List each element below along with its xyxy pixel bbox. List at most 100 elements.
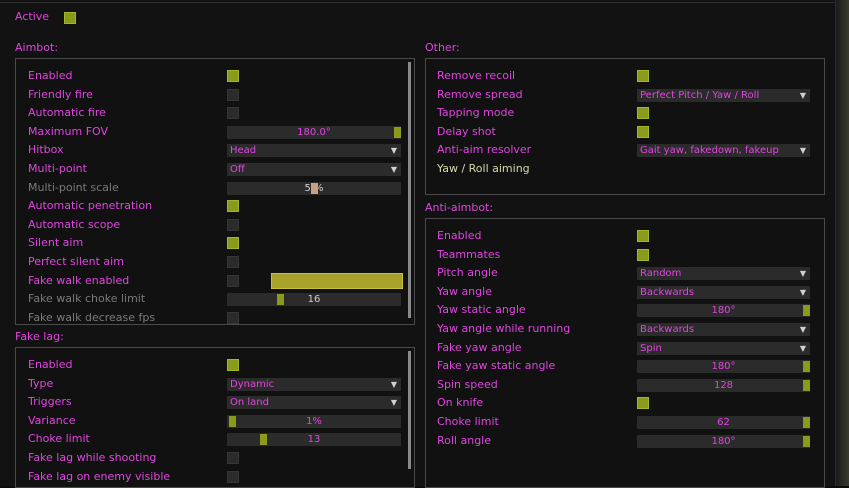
active-checkbox[interactable] xyxy=(64,12,76,24)
antiaim-roll-angle-slider[interactable]: 180° xyxy=(637,435,810,448)
antiaim-choke-limit-slider[interactable]: 62 xyxy=(637,416,810,429)
antiaim-on-knife-checkbox[interactable] xyxy=(637,397,649,409)
fakelag-choke-limit-slider-knob[interactable] xyxy=(260,434,267,445)
other-remove-recoil-checkbox[interactable] xyxy=(637,70,649,82)
fakelag-enabled-checkbox[interactable] xyxy=(227,359,239,371)
fakelag-choke-limit-value: 13 xyxy=(307,434,321,445)
antiaim-enabled-checkbox[interactable] xyxy=(637,230,649,242)
antiaim-yaw-angle-dropdown[interactable]: Backwards ▼ xyxy=(637,286,810,299)
chevron-down-icon: ▼ xyxy=(390,380,397,389)
aimbot-fake-walk-enabled-highlight-bar[interactable] xyxy=(271,273,403,289)
fakelag-variance-slider-knob[interactable] xyxy=(229,416,236,427)
antiaim-fake-yaw-static-angle-slider-knob[interactable] xyxy=(803,361,810,372)
antiaim-spin-speed-slider[interactable]: 128 xyxy=(637,379,810,392)
aimbot-hitbox-dropdown[interactable]: Head ▼ xyxy=(227,144,401,157)
fakelag-fake-lag-while-shooting-checkbox[interactable] xyxy=(227,452,239,464)
other-anti-aim-resolver-label: Anti-aim resolver xyxy=(437,143,532,156)
fakelag-fake-lag-on-enemy-visible-checkbox[interactable] xyxy=(227,471,239,483)
fakelag-scrollbar[interactable] xyxy=(408,351,411,469)
aimbot-scrollbar[interactable] xyxy=(408,62,411,318)
chevron-down-icon: ▼ xyxy=(799,344,806,353)
fakelag-enabled-label: Enabled xyxy=(28,358,73,371)
aimbot-silent-aim-label: Silent aim xyxy=(28,236,84,249)
antiaim-yaw-static-angle-value: 180° xyxy=(711,305,736,316)
antiaim-yaw-angle-label: Yaw angle xyxy=(437,285,492,298)
antiaim-enabled-label: Enabled xyxy=(437,229,482,242)
fakelag-choke-limit-label: Choke limit xyxy=(28,432,90,445)
aimbot-automatic-scope-label: Automatic scope xyxy=(28,218,121,231)
aimbot-fake-walk-choke-limit-slider[interactable]: 16 xyxy=(227,293,401,306)
fakelag-triggers-label: Triggers xyxy=(28,395,72,408)
antiaim-yaw-angle-value: Backwards xyxy=(640,287,695,298)
aimbot-automatic-fire-checkbox[interactable] xyxy=(227,107,239,119)
antiaim-yaw-static-angle-label: Yaw static angle xyxy=(437,303,526,316)
aimbot-fake-walk-choke-limit-value: 16 xyxy=(307,294,321,305)
other-delay-shot-label: Delay shot xyxy=(437,125,496,138)
aimbot-perfect-silent-aim-checkbox[interactable] xyxy=(227,256,239,268)
aimbot-maximum-fov-slider-knob[interactable] xyxy=(394,127,401,138)
chevron-down-icon: ▼ xyxy=(390,165,397,174)
aimbot-automatic-scope-checkbox[interactable] xyxy=(227,219,239,231)
fakelag-triggers-dropdown[interactable]: On land ▼ xyxy=(227,396,401,409)
aimbot-maximum-fov-value: 180.0° xyxy=(297,127,331,138)
aimbot-fake-walk-choke-limit-slider-knob[interactable] xyxy=(277,294,284,305)
antiaim-fake-yaw-static-angle-slider[interactable]: 180° xyxy=(637,360,810,373)
antiaim-spin-speed-label: Spin speed xyxy=(437,378,498,391)
fakelag-variance-slider[interactable]: 1% xyxy=(227,415,401,428)
aimbot-enabled-checkbox[interactable] xyxy=(227,70,239,82)
chevron-down-icon: ▼ xyxy=(799,146,806,155)
other-remove-spread-label: Remove spread xyxy=(437,88,523,101)
aimbot-friendly-fire-checkbox[interactable] xyxy=(227,89,239,101)
aimbot-automatic-penetration-checkbox[interactable] xyxy=(227,200,239,212)
aimbot-silent-aim-checkbox[interactable] xyxy=(227,237,239,249)
antiaim-fake-yaw-angle-dropdown[interactable]: Spin ▼ xyxy=(637,342,810,355)
antiaim-roll-angle-slider-knob[interactable] xyxy=(803,436,810,447)
other-tapping-mode-checkbox[interactable] xyxy=(637,107,649,119)
antiaim-yaw-angle-while-running-dropdown[interactable]: Backwards ▼ xyxy=(637,323,810,336)
other-tapping-mode-label: Tapping mode xyxy=(437,106,515,119)
aimbot-fake-walk-decrease-fps-label: Fake walk decrease fps xyxy=(28,311,156,324)
antiaim-title: Anti-aimbot: xyxy=(425,201,494,214)
antiaim-yaw-angle-while-running-label: Yaw angle while running xyxy=(437,322,571,335)
active-label: Active xyxy=(15,10,50,23)
antiaim-fake-yaw-static-angle-label: Fake yaw static angle xyxy=(437,359,556,372)
fakelag-type-dropdown[interactable]: Dynamic ▼ xyxy=(227,378,401,391)
antiaim-yaw-static-angle-slider[interactable]: 180° xyxy=(637,304,810,317)
other-anti-aim-resolver-value: Gait yaw, fakedown, fakeup xyxy=(640,145,779,156)
aimbot-multi-point-scale-label: Multi-point scale xyxy=(28,181,119,194)
aimbot-multi-point-scale-slider-knob[interactable] xyxy=(311,183,318,194)
fakelag-type-label: Type xyxy=(28,377,54,390)
antiaim-pitch-angle-label: Pitch angle xyxy=(437,266,498,279)
aimbot-multi-point-scale-slider[interactable]: 5 % xyxy=(227,182,401,195)
antiaim-pitch-angle-dropdown[interactable]: Random ▼ xyxy=(637,267,810,280)
antiaim-spin-speed-slider-knob[interactable] xyxy=(803,380,810,391)
other-remove-spread-value: Perfect Pitch / Yaw / Roll xyxy=(640,90,760,101)
chevron-down-icon: ▼ xyxy=(390,146,397,155)
antiaim-spin-speed-value: 128 xyxy=(713,380,734,391)
antiaim-roll-angle-label: Roll angle xyxy=(437,434,492,447)
antiaim-yaw-static-angle-slider-knob[interactable] xyxy=(803,305,810,316)
aimbot-title: Aimbot: xyxy=(15,41,59,54)
aimbot-maximum-fov-slider[interactable]: 180.0° xyxy=(227,126,401,139)
antiaim-choke-limit-slider-knob[interactable] xyxy=(803,417,810,428)
window-edge xyxy=(836,0,849,486)
other-delay-shot-checkbox[interactable] xyxy=(637,126,649,138)
fakelag-triggers-value: On land xyxy=(230,397,269,408)
fakelag-fake-lag-while-shooting-label: Fake lag while shooting xyxy=(28,451,157,464)
aimbot-multi-point-dropdown[interactable]: Off ▼ xyxy=(227,163,401,176)
aimbot-hitbox-value: Head xyxy=(230,145,257,156)
fakelag-title: Fake lag: xyxy=(15,330,64,343)
antiaim-teammates-checkbox[interactable] xyxy=(637,249,649,261)
fakelag-choke-limit-slider[interactable]: 13 xyxy=(227,433,401,446)
aimbot-multi-point-label: Multi-point xyxy=(28,162,87,175)
chevron-down-icon: ▼ xyxy=(799,288,806,297)
chevron-down-icon: ▼ xyxy=(390,398,397,407)
aimbot-fake-walk-enabled-checkbox[interactable] xyxy=(227,275,239,287)
antiaim-teammates-label: Teammates xyxy=(437,248,501,261)
antiaim-yaw-angle-while-running-value: Backwards xyxy=(640,324,695,335)
chevron-down-icon: ▼ xyxy=(799,91,806,100)
other-anti-aim-resolver-dropdown[interactable]: Gait yaw, fakedown, fakeup ▼ xyxy=(637,144,810,157)
aimbot-fake-walk-decrease-fps-checkbox[interactable] xyxy=(227,312,239,324)
aimbot-multi-point-value: Off xyxy=(230,164,245,175)
other-remove-spread-dropdown[interactable]: Perfect Pitch / Yaw / Roll ▼ xyxy=(637,89,810,102)
